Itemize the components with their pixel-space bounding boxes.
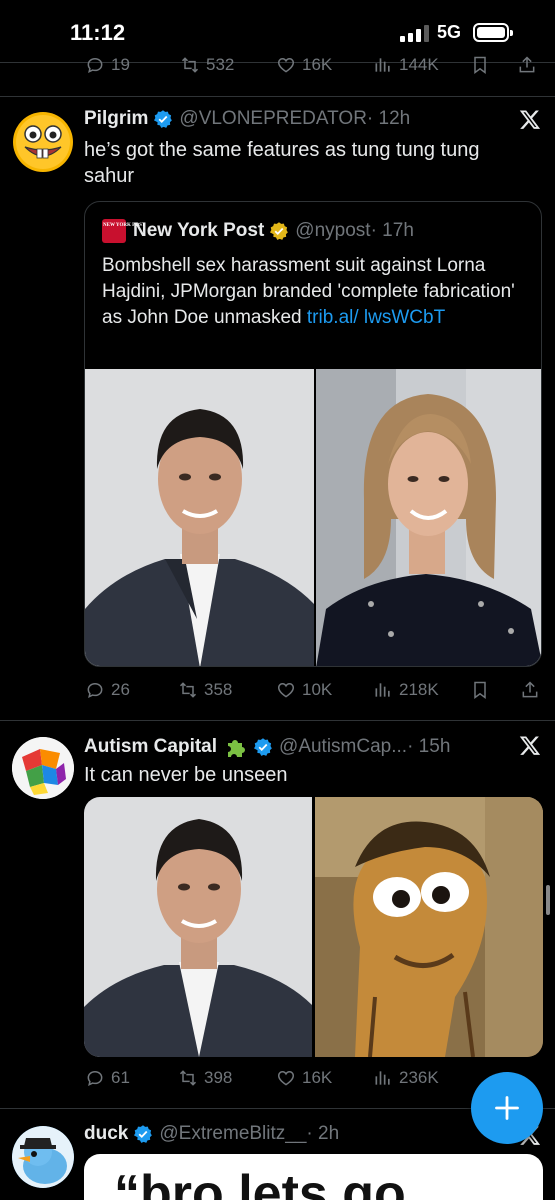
cartoon-character-image[interactable] bbox=[315, 797, 543, 1057]
gold-verified-badge-icon bbox=[270, 222, 289, 240]
share-button[interactable] bbox=[517, 55, 537, 75]
emoji-face-avatar bbox=[13, 112, 73, 172]
views-icon bbox=[375, 683, 390, 697]
timestamp[interactable]: · 15h bbox=[407, 736, 450, 758]
display-name[interactable]: Autism Capital bbox=[84, 736, 217, 758]
bookmark-button[interactable] bbox=[470, 680, 490, 700]
battery-icon bbox=[473, 23, 513, 42]
verified-badge-icon bbox=[134, 1125, 153, 1143]
handle[interactable]: @VLONEPREDATOR bbox=[179, 108, 367, 130]
nypost-logo: NEW YORK POST bbox=[102, 219, 145, 243]
avatar[interactable] bbox=[12, 1126, 74, 1188]
reply-button[interactable]: 61 bbox=[85, 1068, 130, 1088]
signal-icon bbox=[400, 24, 429, 42]
handle[interactable]: @AutismCap... bbox=[279, 736, 407, 758]
heart-icon bbox=[277, 1070, 295, 1086]
repost-icon bbox=[179, 682, 197, 698]
heart-icon bbox=[277, 57, 295, 73]
share-button[interactable] bbox=[520, 680, 540, 700]
repost-icon bbox=[179, 1070, 197, 1086]
share-icon bbox=[519, 56, 535, 73]
reply-button[interactable]: 19 bbox=[85, 55, 130, 75]
puzzle-piece-icon bbox=[228, 740, 246, 757]
scrollbar[interactable] bbox=[546, 885, 550, 915]
bookmark-icon bbox=[474, 681, 486, 699]
compose-button[interactable] bbox=[471, 1072, 543, 1144]
tweet-text: he’s got the same features as tung tung … bbox=[84, 139, 480, 187]
reply-button[interactable]: 26 bbox=[85, 680, 130, 700]
tweet-actions: 26 358 10K 218K bbox=[0, 680, 555, 704]
network-type: 5G bbox=[437, 22, 462, 42]
man-photo[interactable] bbox=[84, 797, 312, 1057]
views-icon bbox=[375, 1071, 390, 1085]
display-name[interactable]: duck bbox=[84, 1123, 128, 1145]
verified-badge-icon bbox=[154, 110, 173, 128]
repost-button[interactable]: 358 bbox=[178, 680, 232, 700]
puzzle-avatar bbox=[12, 737, 74, 799]
display-name[interactable]: Pilgrim bbox=[84, 108, 148, 130]
tweet-image[interactable]: “bro lets go bbox=[84, 1154, 543, 1200]
views-button[interactable]: 236K bbox=[373, 1068, 439, 1088]
x-logo-icon[interactable] bbox=[518, 108, 542, 132]
bookmark-button[interactable] bbox=[470, 55, 490, 75]
reply-icon bbox=[87, 1070, 103, 1086]
plus-icon bbox=[495, 1096, 519, 1120]
clock: 11:12 bbox=[70, 20, 126, 45]
quote-text: Bombshell sex harassment suit against Lo… bbox=[102, 255, 515, 328]
views-button[interactable]: 218K bbox=[373, 680, 439, 700]
timestamp[interactable]: · 12h bbox=[367, 108, 410, 130]
like-button[interactable]: 10K bbox=[276, 680, 332, 700]
verified-badge-icon bbox=[254, 738, 272, 756]
reply-icon bbox=[87, 682, 103, 698]
prev-tweet-actions: 19 532 16K 144K bbox=[0, 55, 555, 79]
tweet-header: Autism Capital @AutismCap... · 15h bbox=[84, 735, 450, 759]
like-button[interactable]: 16K bbox=[276, 55, 332, 75]
like-button[interactable]: 16K bbox=[276, 1068, 332, 1088]
quote-handle[interactable]: @nypost bbox=[295, 220, 370, 242]
share-icon bbox=[522, 681, 538, 698]
views-button[interactable]: 144K bbox=[373, 55, 439, 75]
man-photo[interactable] bbox=[85, 369, 314, 666]
timestamp[interactable]: · 2h bbox=[306, 1123, 339, 1145]
quote-header: NEW YORK POST New York Post @nypost · 17… bbox=[102, 219, 414, 243]
quote-display-name[interactable]: New York Post bbox=[133, 220, 264, 242]
quote-link[interactable]: trib.al/ lwsWCbT bbox=[307, 307, 445, 328]
avatar[interactable] bbox=[12, 737, 74, 799]
handle[interactable]: @ExtremeBlitz__ bbox=[159, 1123, 306, 1145]
tweet-actions: 61 398 16K 236K bbox=[0, 1068, 555, 1092]
tweet-header: duck @ExtremeBlitz__ · 2h bbox=[84, 1123, 339, 1145]
x-logo-icon[interactable] bbox=[518, 734, 542, 758]
bookmark-icon bbox=[474, 56, 486, 74]
duck-avatar bbox=[12, 1126, 74, 1188]
heart-icon bbox=[277, 682, 295, 698]
quote-timestamp[interactable]: · 17h bbox=[371, 220, 414, 242]
tweet-text: It can never be unseen bbox=[84, 764, 288, 786]
repost-icon bbox=[181, 57, 199, 73]
reply-icon bbox=[87, 57, 103, 73]
repost-button[interactable]: 398 bbox=[178, 1068, 232, 1088]
repost-button[interactable]: 532 bbox=[180, 55, 234, 75]
quote-tweet-card[interactable]: NEW YORK POST New York Post @nypost · 17… bbox=[84, 201, 542, 667]
woman-photo[interactable] bbox=[316, 369, 541, 666]
avatar[interactable] bbox=[12, 111, 74, 173]
image-caption-text: “bro lets go bbox=[114, 1165, 406, 1200]
tweet-header: Pilgrim @VLONEPREDATOR · 12h bbox=[84, 108, 410, 130]
views-icon bbox=[375, 58, 390, 72]
